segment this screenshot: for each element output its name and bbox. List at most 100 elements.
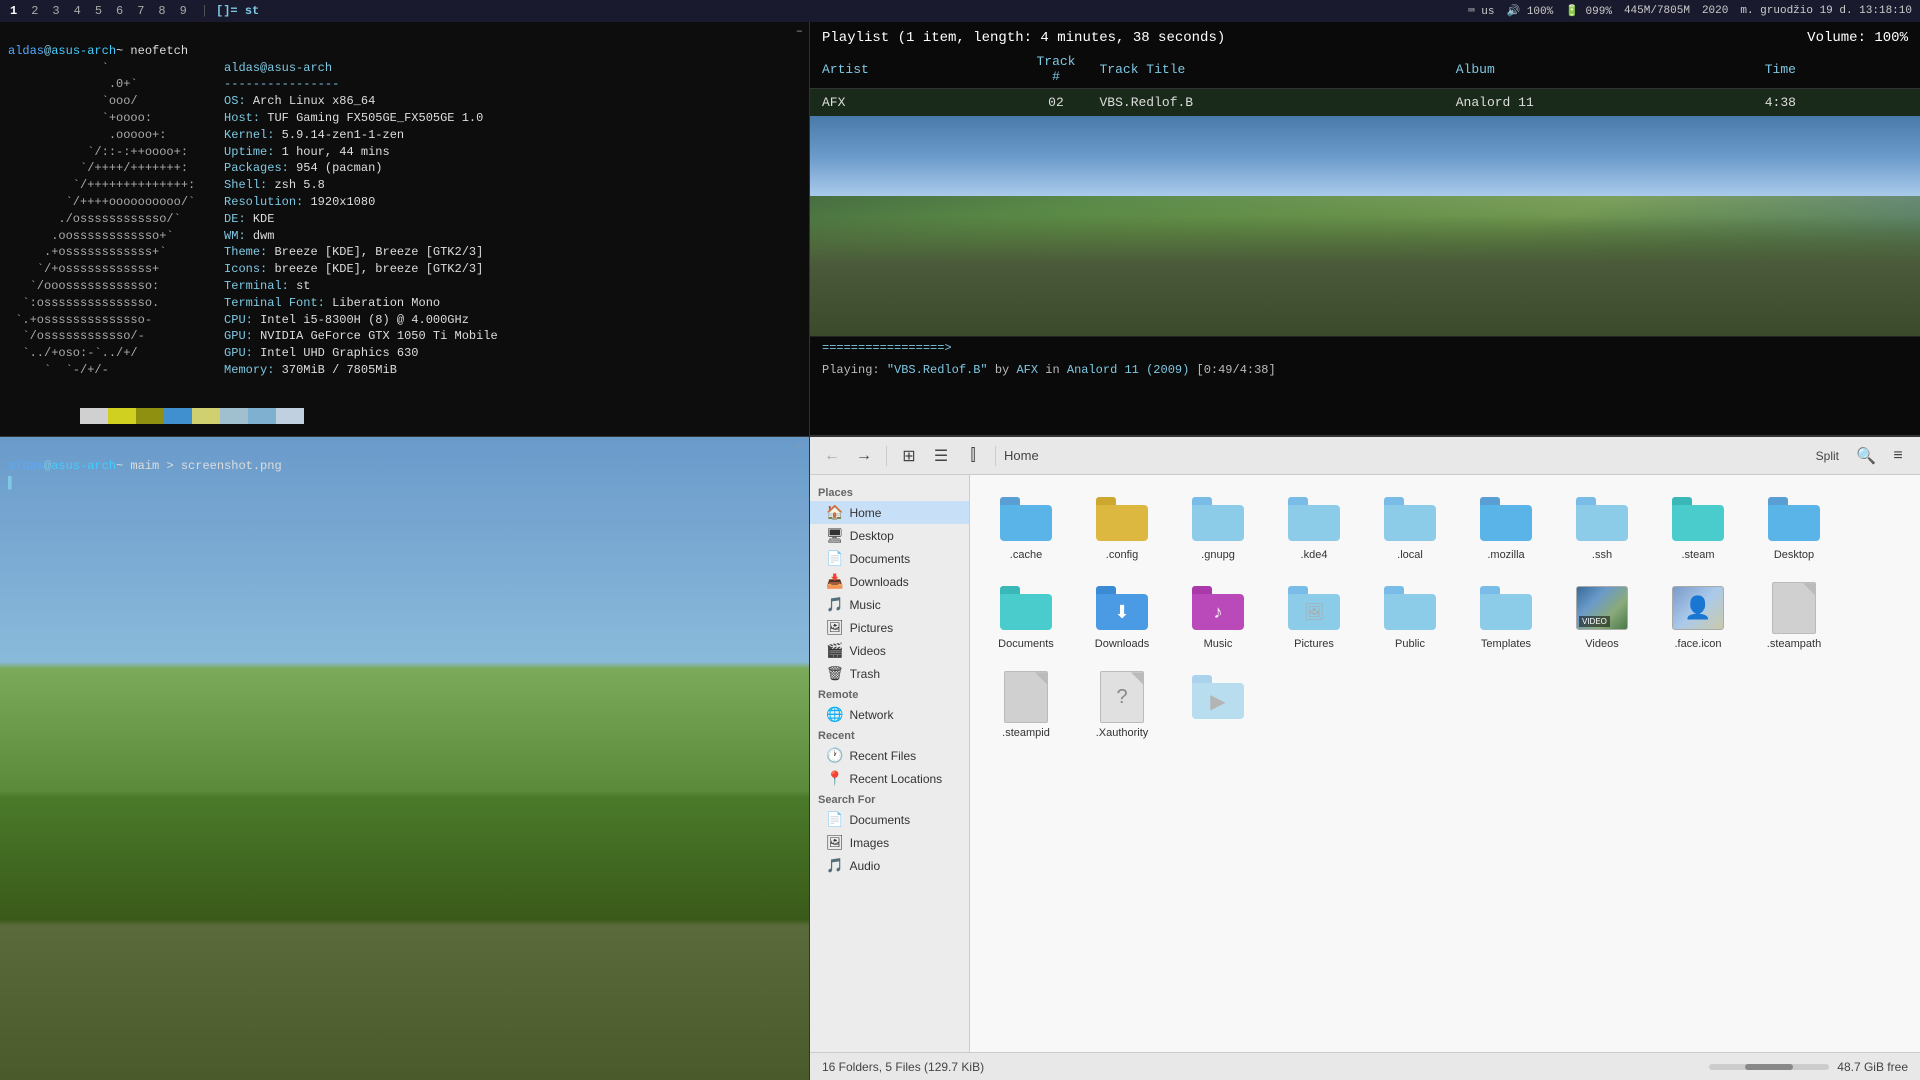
file-item-public[interactable]: Public [1366, 576, 1454, 657]
search-audio-icon: 🎵 [826, 857, 843, 874]
fm-toolbar: ← → ⊞ ☰ ⫿ Home Split 🔍 ≡ [810, 437, 1920, 475]
file-item-pictures[interactable]: 🖼 Pictures [1270, 576, 1358, 657]
file-item-downloads[interactable]: ⬇ Downloads [1078, 576, 1166, 657]
file-item-face-icon[interactable]: 👤 .face.icon [1654, 576, 1742, 657]
folder-nav-icon: ▶ [1192, 671, 1244, 723]
file-item-steampath[interactable]: .steampath [1750, 576, 1838, 657]
mp-track-row[interactable]: AFX 02 VBS.Redlof.B Analord 11 4:38 [810, 89, 1920, 117]
fm-toolbar-right: Split 🔍 ≡ [1807, 442, 1912, 470]
mp-tracklist: Artist Track # Track Title Album Time AF… [810, 50, 1920, 116]
file-item-nav[interactable]: ▶ [1174, 665, 1262, 746]
file-face-icon: 👤 [1672, 582, 1724, 634]
fm-breadcrumb-home[interactable]: Home [1004, 448, 1039, 463]
file-item-local[interactable]: .local [1366, 487, 1454, 568]
ws-tab-9[interactable]: 9 [174, 3, 193, 19]
file-label-cache: .cache [1010, 549, 1042, 562]
fm-scrollbar[interactable] [1709, 1064, 1829, 1070]
fm-detail-view-button[interactable]: ☰ [927, 442, 955, 470]
sidebar-item-videos[interactable]: 🎬 Videos [810, 639, 969, 662]
fm-menu-button[interactable]: ≡ [1884, 442, 1912, 470]
fm-file-grid-container[interactable]: .cache .config [970, 475, 1920, 1052]
sidebar-item-trash[interactable]: 🗑 Trash [810, 662, 969, 685]
sidebar-item-documents[interactable]: 📄 Documents [810, 547, 969, 570]
sidebar-recent-locations-label: Recent Locations [849, 772, 942, 786]
sidebar-item-recent-files[interactable]: 🕐 Recent Files [810, 744, 969, 767]
videos-icon: 🎬 [826, 642, 843, 659]
fm-split-button[interactable]: Split [1807, 442, 1848, 470]
fm-icon-view-button[interactable]: ⊞ [895, 442, 923, 470]
file-item-mozilla[interactable]: .mozilla [1462, 487, 1550, 568]
folder-local-icon [1384, 493, 1436, 545]
file-label-templates: Templates [1481, 638, 1531, 651]
sidebar-item-search-documents[interactable]: 📄 Documents [810, 808, 969, 831]
fm-file-count: 16 Folders, 5 Files (129.7 KiB) [822, 1060, 984, 1074]
file-item-ssh[interactable]: .ssh [1558, 487, 1646, 568]
sidebar-item-pictures[interactable]: 🖼 Pictures [810, 616, 969, 639]
file-label-downloads: Downloads [1095, 638, 1149, 651]
ws-tab-4[interactable]: 4 [68, 3, 87, 19]
file-item-music[interactable]: ♪ Music [1174, 576, 1262, 657]
sidebar-item-music[interactable]: 🎵 Music [810, 593, 969, 616]
network-icon: 🌐 [826, 706, 843, 723]
file-item-cache[interactable]: .cache [982, 487, 1070, 568]
sidebar-item-network[interactable]: 🌐 Network [810, 703, 969, 726]
sidebar-item-desktop[interactable]: 🖥 Desktop [810, 524, 969, 547]
ws-tab-7[interactable]: 7 [131, 3, 150, 19]
music-player: Playlist (1 item, length: 4 minutes, 38 … [810, 22, 1920, 437]
folder-music-icon: ♪ [1192, 582, 1244, 634]
folder-downloads-icon: ⬇ [1096, 582, 1148, 634]
fm-back-button[interactable]: ← [818, 442, 846, 470]
sidebar-item-home[interactable]: 🏠 Home [810, 501, 969, 524]
ws-tab-8[interactable]: 8 [152, 3, 171, 19]
workspace-tabs[interactable]: 1 2 3 4 5 6 7 8 9 [0, 3, 197, 19]
file-item-videos[interactable]: VIDEO Videos [1558, 576, 1646, 657]
sidebar-places-label: Places [810, 483, 969, 501]
folder-config-icon [1096, 493, 1148, 545]
sidebar-item-downloads[interactable]: 📥 Downloads [810, 570, 969, 593]
file-label-mozilla: .mozilla [1487, 549, 1524, 562]
terminal-top[interactable]: aldas@asus-arch~ neofetch ` aldas@asus-a… [0, 22, 810, 437]
file-item-steampid[interactable]: .steampid [982, 665, 1070, 746]
file-item-desktop[interactable]: Desktop [1750, 487, 1838, 568]
file-steampath-icon [1768, 582, 1820, 634]
folder-mozilla-icon [1480, 493, 1532, 545]
file-item-templates[interactable]: Templates [1462, 576, 1550, 657]
terminal-bottom[interactable]: aldas@asus-arch~ maim > screenshot.png ▌… [0, 437, 810, 1080]
ws-tab-5[interactable]: 5 [89, 3, 108, 19]
terminal-top-close[interactable]: – [790, 22, 809, 40]
file-videos-icon: VIDEO [1576, 582, 1628, 634]
display-indicator: 2020 [1702, 5, 1728, 17]
fm-column-view-button[interactable]: ⫿ [959, 442, 987, 470]
file-item-documents[interactable]: Documents [982, 576, 1070, 657]
file-item-gnupg[interactable]: .gnupg [1174, 487, 1262, 568]
sidebar-pictures-label: Pictures [850, 621, 893, 635]
sidebar-downloads-label: Downloads [849, 575, 908, 589]
file-item-config[interactable]: .config [1078, 487, 1166, 568]
fm-scrollthumb[interactable] [1745, 1064, 1793, 1070]
file-label-public: Public [1395, 638, 1425, 651]
file-item-kde4[interactable]: .kde4 [1270, 487, 1358, 568]
mp-background-art [810, 116, 1920, 336]
topbar-right: ⌨ us 🔊 100% 🔋 099% 445M/7805M 2020 m. gr… [1468, 4, 1920, 18]
file-label-local: .local [1397, 549, 1423, 562]
file-item-xauthority[interactable]: .Xauthority [1078, 665, 1166, 746]
file-item-steam[interactable]: .steam [1654, 487, 1742, 568]
volume-indicator: 🔊 100% [1507, 4, 1554, 18]
ws-tab-2[interactable]: 2 [25, 3, 44, 19]
folder-ssh-icon [1576, 493, 1628, 545]
file-label-desktop: Desktop [1774, 549, 1814, 562]
sidebar-network-label: Network [849, 708, 893, 722]
pictures-icon: 🖼 [826, 619, 844, 636]
sidebar-item-recent-locations[interactable]: 📍 Recent Locations [810, 767, 969, 790]
fm-forward-button[interactable]: → [850, 442, 878, 470]
file-label-music: Music [1204, 638, 1233, 651]
fm-toolbar-sep2 [995, 446, 996, 466]
ws-tab-1[interactable]: 1 [4, 3, 23, 19]
memory-indicator: 445M/7805M [1624, 5, 1690, 17]
ws-tab-3[interactable]: 3 [46, 3, 65, 19]
sidebar-item-search-images[interactable]: 🖼 Images [810, 831, 969, 854]
ws-tab-6[interactable]: 6 [110, 3, 129, 19]
folder-templates-icon [1480, 582, 1532, 634]
fm-search-button[interactable]: 🔍 [1852, 442, 1880, 470]
sidebar-item-search-audio[interactable]: 🎵 Audio [810, 854, 969, 877]
